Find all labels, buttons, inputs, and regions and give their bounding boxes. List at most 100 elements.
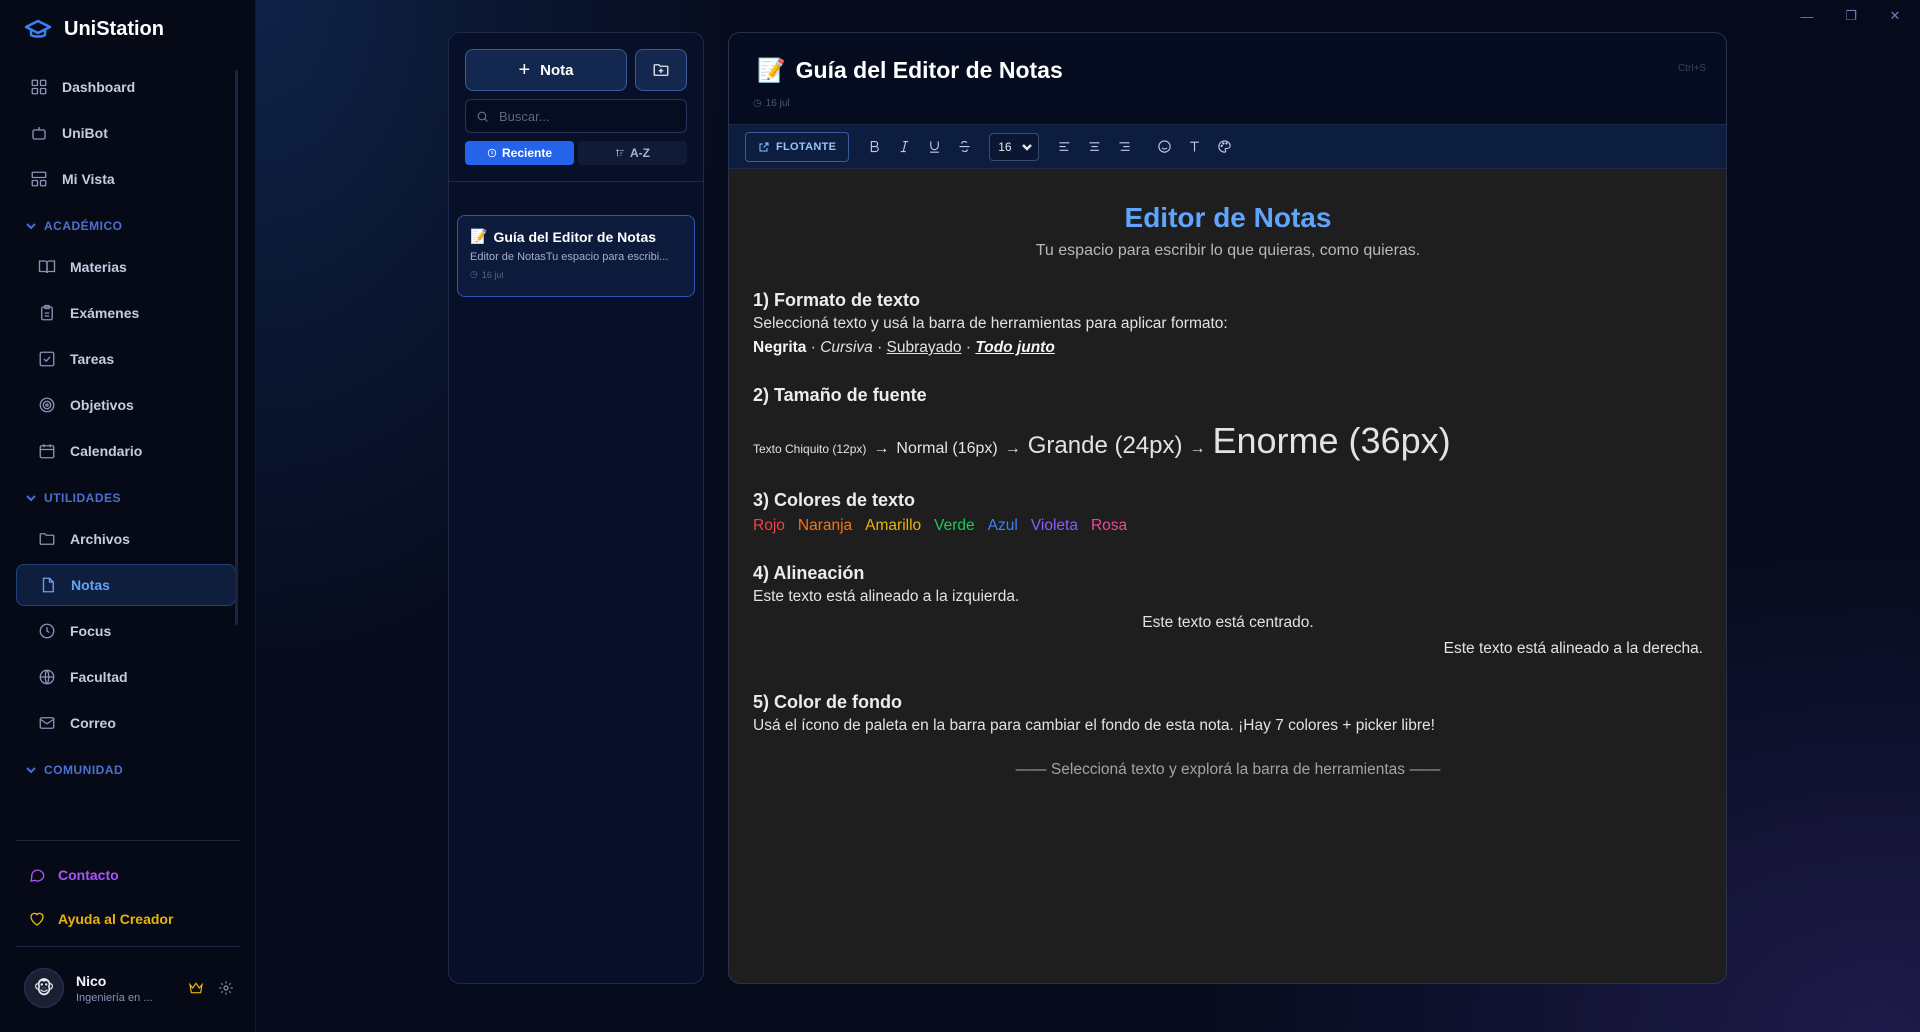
- bot-icon: [32, 127, 46, 140]
- sidebar-item-dashboard[interactable]: Dashboard: [16, 66, 236, 108]
- sidebar-item-archivos[interactable]: Archivos: [16, 518, 236, 560]
- note-list-item[interactable]: 📝 Guía del Editor de Notas Editor de Not…: [457, 215, 695, 297]
- sidebar-item-label: Facultad: [70, 669, 128, 685]
- minimize-icon[interactable]: —: [1790, 6, 1824, 26]
- sort-az-button[interactable]: A-Z: [578, 141, 687, 165]
- sidebar-item-label: Focus: [70, 623, 112, 639]
- sidebar-item-label: Mi Vista: [62, 171, 115, 187]
- sidebar: UniStation Dashboard UniBot Mi Vista ACA…: [0, 0, 256, 1032]
- editor-content[interactable]: Editor de Notas Tu espacio para escribir…: [753, 169, 1703, 779]
- sort-icon: [615, 149, 624, 157]
- align-left-button[interactable]: [1049, 132, 1079, 162]
- donate-label: Ayuda al Creador: [58, 911, 174, 927]
- separator: ·: [810, 339, 816, 356]
- section-heading: 5) Color de fondo: [753, 692, 902, 712]
- note-title: Guía del Editor de Notas: [493, 228, 657, 245]
- search-icon: [477, 111, 488, 122]
- avatar[interactable]: 🐵: [24, 968, 64, 1008]
- align-center-example: Este texto está centrado.: [1142, 614, 1314, 631]
- sidebar-item-label: Notas: [71, 577, 110, 593]
- gear-icon[interactable]: [218, 980, 234, 996]
- paragraph: Seleccioná texto y usá la barra de herra…: [753, 315, 1228, 332]
- sidebar-item-materias[interactable]: Materias: [16, 246, 236, 288]
- heart-icon: [30, 912, 44, 926]
- arrow: →: [1004, 440, 1021, 457]
- closing-line: —— Seleccioná texto y explorá la barra d…: [1015, 761, 1441, 778]
- globe-icon: [39, 669, 55, 685]
- folder-plus-icon: [653, 64, 669, 76]
- note-title-heading[interactable]: 📝 Guía del Editor de Notas: [757, 57, 1063, 84]
- strikethrough-button[interactable]: [949, 132, 979, 162]
- sidebar-item-unibot[interactable]: UniBot: [16, 112, 236, 154]
- font-size-select[interactable]: 16: [989, 132, 1040, 161]
- sort-recent-label: Reciente: [501, 146, 553, 160]
- sidebar-item-focus[interactable]: Focus: [16, 610, 236, 652]
- sidebar-item-correo[interactable]: Correo: [16, 702, 236, 744]
- contact-link[interactable]: Contacto: [28, 866, 119, 884]
- contact-label: Contacto: [58, 867, 119, 883]
- divider: [16, 840, 240, 841]
- text-color-button[interactable]: [1179, 132, 1209, 162]
- user-profile[interactable]: 🐵 Nico Ingeniería en ...: [24, 966, 234, 1010]
- sidebar-nav: Dashboard UniBot Mi Vista ACADÉMICO Mate…: [16, 66, 236, 790]
- section-title: COMUNIDAD: [44, 763, 124, 777]
- graduation-cap-icon: [24, 19, 52, 38]
- align-right-button[interactable]: [1109, 132, 1139, 162]
- user-subtitle: Ingeniería en ...: [76, 991, 153, 1004]
- search-input[interactable]: [499, 108, 679, 124]
- sort-buttons: Reciente A-Z: [465, 141, 687, 165]
- float-window-button[interactable]: FLOTANTE: [745, 131, 850, 162]
- sidebar-item-calendario[interactable]: Calendario: [16, 430, 236, 472]
- underline-button[interactable]: [919, 132, 949, 162]
- book-icon: [38, 260, 56, 274]
- note-snippet: Editor de NotasTu espacio para escribi..…: [470, 251, 669, 263]
- sidebar-item-facultad[interactable]: Facultad: [16, 656, 236, 698]
- sidebar-item-label: Calendario: [70, 443, 143, 459]
- color-example-rojo: Rojo: [753, 517, 785, 534]
- emoji-button[interactable]: [1149, 132, 1179, 162]
- section-academico[interactable]: ACADÉMICO: [16, 206, 236, 246]
- italic-button[interactable]: [889, 132, 919, 162]
- close-icon[interactable]: ✕: [1878, 6, 1912, 26]
- color-example-naranja: Naranja: [797, 517, 853, 534]
- sort-recent-button[interactable]: Reciente: [465, 141, 574, 165]
- target-icon: [39, 397, 55, 413]
- bold-example: Negrita: [753, 339, 807, 356]
- sidebar-item-mi-vista[interactable]: Mi Vista: [16, 158, 236, 200]
- notes-list-panel: + Nota Reciente A-Z 📝 Guía del Editor de…: [448, 32, 704, 984]
- brand[interactable]: UniStation: [24, 18, 164, 41]
- text-icon: [1189, 141, 1199, 152]
- restore-icon[interactable]: ❐: [1834, 6, 1868, 26]
- align-center-button[interactable]: [1079, 132, 1109, 162]
- clock-icon: [39, 623, 55, 639]
- underline-icon: [929, 141, 939, 153]
- size-normal-example: Normal (16px): [896, 440, 998, 457]
- bold-button[interactable]: [859, 132, 889, 162]
- section-heading: 2) Tamaño de fuente: [753, 385, 927, 405]
- palette-icon: [1218, 140, 1231, 153]
- background-palette-button[interactable]: [1209, 132, 1239, 162]
- doc-subtitle: Tu espacio para escribir lo que quieras,…: [1035, 242, 1421, 259]
- arrow: →: [1189, 440, 1206, 457]
- smile-icon: [1158, 140, 1171, 153]
- donate-link[interactable]: Ayuda al Creador: [28, 910, 173, 928]
- user-name: Nico: [76, 972, 107, 989]
- section-comunidad[interactable]: COMUNIDAD: [16, 750, 236, 790]
- sidebar-item-objetivos[interactable]: Objetivos: [16, 384, 236, 426]
- new-folder-button[interactable]: [635, 49, 687, 91]
- new-note-button[interactable]: + Nota: [465, 49, 627, 91]
- sidebar-scrollbar[interactable]: [235, 70, 238, 625]
- doc-title: Editor de Notas: [1124, 202, 1332, 233]
- sidebar-item-tareas[interactable]: Tareas: [16, 338, 236, 380]
- align-left-icon: [1059, 142, 1070, 151]
- note-editor: 📝 Guía del Editor de Notas ◷ 16 jul Ctrl…: [728, 32, 1727, 984]
- clock-icon: ◷: [753, 98, 762, 109]
- sort-az-label: A-Z: [630, 146, 650, 160]
- note-title: Guía del Editor de Notas: [795, 57, 1063, 83]
- section-utilidades[interactable]: UTILIDADES: [16, 478, 236, 518]
- clipboard-icon: [41, 304, 53, 321]
- sidebar-item-examenes[interactable]: Exámenes: [16, 292, 236, 334]
- sidebar-item-notas[interactable]: Notas: [16, 564, 236, 606]
- crown-icon[interactable]: [188, 980, 204, 996]
- chevron-down-icon: [26, 495, 36, 502]
